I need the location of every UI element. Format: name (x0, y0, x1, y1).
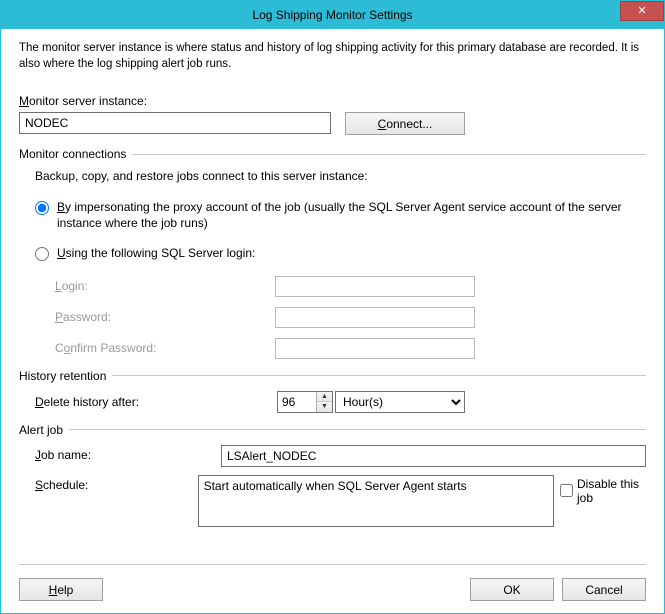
monitor-instance-input[interactable] (19, 112, 331, 134)
monitor-instance-label: Monitor server instance: (19, 94, 646, 108)
history-value-input[interactable] (278, 392, 316, 412)
sql-login-fields: Login: Password: Confirm Password: (55, 276, 646, 359)
job-name-input[interactable] (221, 445, 646, 467)
disable-job-label: Disable this job (577, 477, 646, 505)
close-icon: ✕ (637, 5, 646, 17)
password-label: Password: (55, 310, 275, 324)
radio-sql-login[interactable] (35, 247, 49, 261)
delete-history-label: Delete history after: (35, 395, 277, 409)
job-name-label: Job name: (35, 445, 221, 462)
login-label: Login: (55, 279, 275, 293)
disable-job-checkbox[interactable] (560, 484, 573, 497)
dialog-footer: Help OK Cancel (1, 578, 664, 601)
disable-job-wrap[interactable]: Disable this job (560, 475, 646, 505)
connect-button[interactable]: Connect... (345, 112, 465, 135)
intro-text: The monitor server instance is where sta… (19, 41, 646, 72)
password-input (275, 307, 475, 328)
connections-legend: Monitor connections (19, 147, 132, 161)
login-input (275, 276, 475, 297)
schedule-text (198, 475, 554, 527)
dialog-content: The monitor server instance is where sta… (1, 29, 664, 527)
radio-proxy-label: By impersonating the proxy account of th… (57, 199, 627, 231)
spin-down-icon[interactable]: ▼ (317, 402, 332, 412)
window-title: Log Shipping Monitor Settings (252, 8, 412, 22)
schedule-label: Schedule: (35, 475, 198, 492)
radio-proxy-account[interactable] (35, 201, 49, 215)
spin-up-icon[interactable]: ▲ (317, 392, 332, 403)
help-button[interactable]: Help (19, 578, 103, 601)
confirm-password-input (275, 338, 475, 359)
radio-sql-label: Using the following SQL Server login: (57, 245, 255, 261)
ok-button[interactable]: OK (470, 578, 554, 601)
cancel-button[interactable]: Cancel (562, 578, 646, 601)
connections-note: Backup, copy, and restore jobs connect t… (35, 169, 646, 183)
history-unit-select[interactable]: Hour(s) (335, 391, 465, 413)
history-spinner[interactable]: ▲ ▼ (277, 391, 333, 413)
close-button[interactable]: ✕ (620, 1, 664, 21)
footer-divider (19, 564, 646, 565)
confirm-password-label: Confirm Password: (55, 341, 275, 355)
title-bar: Log Shipping Monitor Settings ✕ (1, 1, 664, 29)
alert-legend: Alert job (19, 423, 69, 437)
dialog-window: Log Shipping Monitor Settings ✕ The moni… (0, 0, 665, 614)
history-legend: History retention (19, 369, 112, 383)
